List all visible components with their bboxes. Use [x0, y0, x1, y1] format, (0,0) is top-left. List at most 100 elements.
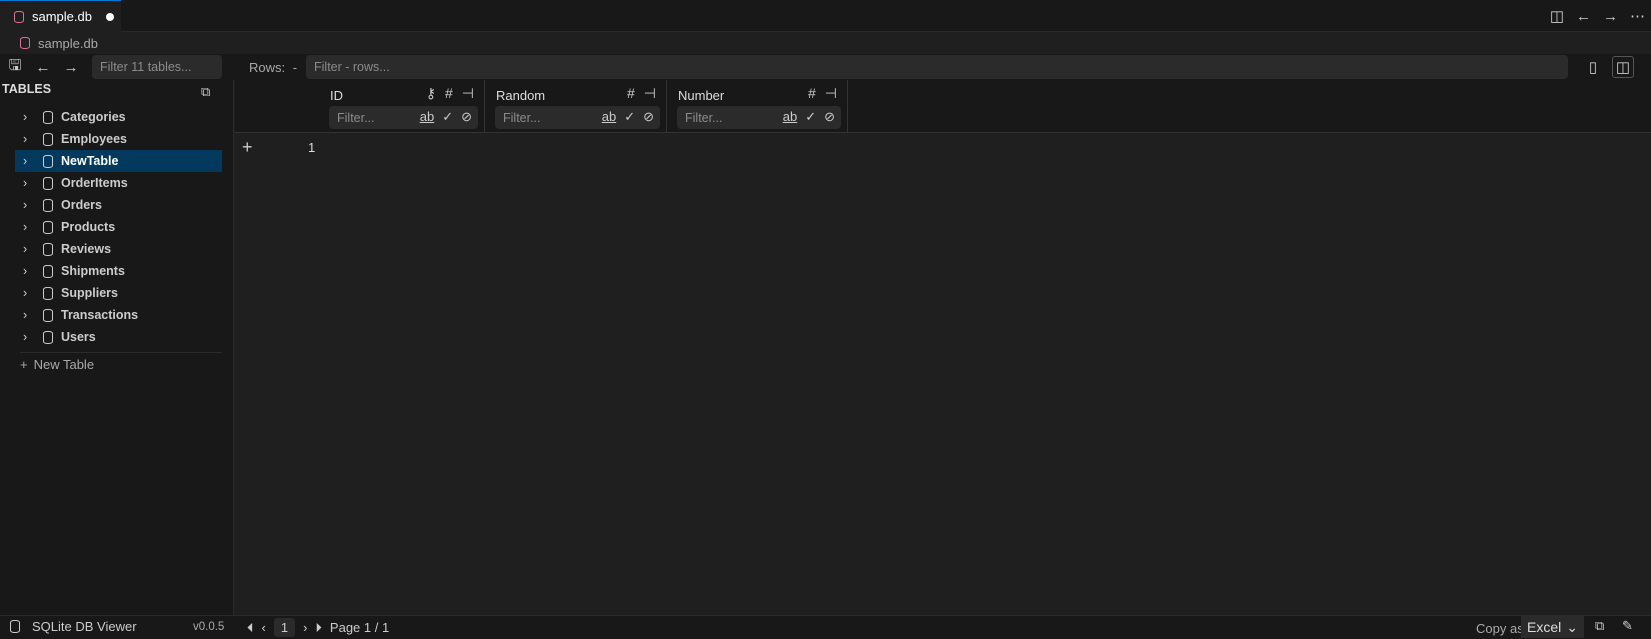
- table-name: OrderItems: [61, 176, 128, 190]
- chevron-right-icon[interactable]: ›: [23, 110, 35, 124]
- column-number[interactable]: Number # ⊣ Filter... ab ✓ ⊘: [669, 80, 848, 133]
- sidebar-item-orderitems[interactable]: › OrderItems: [15, 172, 222, 194]
- page-input[interactable]: 1: [273, 618, 296, 637]
- filter-rows-input[interactable]: Filter - rows...: [306, 55, 1568, 79]
- app-name: SQLite DB Viewer: [32, 619, 137, 634]
- table-name: Suppliers: [61, 286, 118, 300]
- column-id[interactable]: ID ⚷ # ⊣ Filter... ab ✓ ⊘: [321, 80, 485, 133]
- sidebar-item-newtable[interactable]: › NewTable: [15, 150, 222, 172]
- rows-label: Rows: -: [249, 60, 298, 75]
- check-icon[interactable]: ✓: [442, 109, 453, 125]
- table-icon: [43, 242, 53, 256]
- table-icon: [43, 198, 53, 212]
- table-name: Products: [61, 220, 116, 234]
- sidebar-item-reviews[interactable]: › Reviews: [15, 238, 222, 260]
- database-icon: [20, 37, 30, 49]
- new-table-label: New Table: [33, 357, 95, 372]
- hash-icon: #: [627, 85, 635, 101]
- check-icon[interactable]: ✓: [805, 109, 816, 125]
- pin-icon[interactable]: ⊣: [825, 85, 837, 102]
- table-icon: [43, 286, 53, 300]
- pin-icon[interactable]: ⊣: [462, 85, 474, 102]
- page-text: Page 1 / 1: [329, 620, 390, 635]
- sidebar-item-employees[interactable]: › Employees: [15, 128, 222, 150]
- new-table-button[interactable]: + New Table: [20, 352, 222, 372]
- null-icon[interactable]: ⊘: [824, 109, 835, 125]
- add-row-icon[interactable]: +: [242, 137, 253, 158]
- chevron-right-icon[interactable]: ›: [23, 286, 35, 300]
- sidebar-item-products[interactable]: › Products: [15, 216, 222, 238]
- chevron-right-icon[interactable]: ›: [23, 132, 35, 146]
- more-icon[interactable]: ⋯: [1630, 7, 1645, 25]
- filter-placeholder: Filter...: [685, 110, 723, 125]
- copy-as-label: Copy as: [1476, 621, 1524, 636]
- table-name: Categories: [61, 110, 126, 124]
- chevron-right-icon[interactable]: ›: [23, 198, 35, 212]
- tab-title: sample.db: [32, 9, 92, 24]
- column-name[interactable]: Number: [678, 88, 724, 103]
- back-icon[interactable]: ←: [1576, 8, 1591, 25]
- filter-placeholder: Filter...: [503, 110, 541, 125]
- unsaved-dot-icon[interactable]: [105, 12, 114, 21]
- table-icon: [43, 154, 53, 168]
- split-editor-icon[interactable]: ◫: [1550, 7, 1564, 25]
- toggle-panel-icon[interactable]: ◫: [1612, 56, 1634, 78]
- chevron-right-icon[interactable]: ›: [23, 242, 35, 256]
- column-name[interactable]: Random: [496, 88, 545, 103]
- chevron-right-icon[interactable]: ›: [23, 308, 35, 322]
- chevron-right-icon[interactable]: ›: [23, 176, 35, 190]
- table-name: NewTable: [61, 154, 119, 168]
- copy-format-select[interactable]: Excel ⌄: [1521, 616, 1584, 638]
- sidebar-item-suppliers[interactable]: › Suppliers: [15, 282, 222, 304]
- first-page-icon[interactable]: ⏴: [247, 620, 254, 636]
- sidebar-item-categories[interactable]: › Categories: [15, 106, 222, 128]
- breadcrumb[interactable]: sample.db: [20, 32, 98, 54]
- column-filter-input[interactable]: Filter... ab ✓ ⊘: [677, 106, 841, 129]
- last-page-icon[interactable]: ⏵: [315, 620, 322, 636]
- toggle-sidebar-icon[interactable]: ▯: [1582, 56, 1604, 78]
- prev-page-icon[interactable]: ‹: [262, 620, 266, 635]
- column-filter-input[interactable]: Filter... ab ✓ ⊘: [495, 106, 660, 129]
- tab-bar: [0, 0, 1651, 32]
- chevron-right-icon[interactable]: ›: [23, 264, 35, 278]
- collapse-all-icon[interactable]: ⧉: [201, 84, 210, 100]
- app-info: SQLite DB Viewer: [10, 619, 137, 634]
- table-icon: [43, 264, 53, 278]
- format-value: Excel: [1527, 619, 1562, 635]
- sidebar-item-orders[interactable]: › Orders: [15, 194, 222, 216]
- check-icon[interactable]: ✓: [624, 109, 635, 125]
- pin-icon[interactable]: ⊣: [644, 85, 656, 102]
- hash-icon: #: [445, 85, 453, 101]
- table-icon: [43, 110, 53, 124]
- table-name: Employees: [61, 132, 128, 146]
- chevron-right-icon[interactable]: ›: [23, 220, 35, 234]
- table-icon: [43, 176, 53, 190]
- column-random[interactable]: Random # ⊣ Filter... ab ✓ ⊘: [487, 80, 667, 133]
- tab-sample-db[interactable]: sample.db: [0, 0, 121, 32]
- chevron-right-icon[interactable]: ›: [23, 154, 35, 168]
- sidebar-item-transactions[interactable]: › Transactions: [15, 304, 222, 326]
- chevron-down-icon: ⌄: [1566, 618, 1578, 635]
- back-button[interactable]: ←: [32, 56, 54, 78]
- forward-button[interactable]: →: [60, 56, 82, 78]
- next-page-icon[interactable]: ›: [303, 620, 307, 635]
- table-name: Shipments: [61, 264, 125, 278]
- editor-actions: ◫ ← → ⋯: [1550, 0, 1645, 32]
- save-icon[interactable]: 🖫: [4, 56, 26, 78]
- copy-icon[interactable]: ⧉: [1595, 618, 1604, 634]
- filter-tables-input[interactable]: Filter 11 tables...: [92, 55, 222, 79]
- match-case-icon[interactable]: ab: [602, 109, 616, 125]
- column-name[interactable]: ID: [330, 88, 343, 103]
- edit-save-icon[interactable]: ✎: [1622, 618, 1633, 634]
- match-case-icon[interactable]: ab: [783, 109, 797, 125]
- chevron-right-icon[interactable]: ›: [23, 330, 35, 344]
- database-icon: [14, 10, 24, 23]
- key-icon: ⚷: [425, 85, 436, 101]
- forward-icon[interactable]: →: [1603, 8, 1618, 25]
- column-filter-input[interactable]: Filter... ab ✓ ⊘: [329, 106, 478, 129]
- sidebar-item-shipments[interactable]: › Shipments: [15, 260, 222, 282]
- sidebar-item-users[interactable]: › Users: [15, 326, 222, 348]
- match-case-icon[interactable]: ab: [420, 109, 434, 125]
- null-icon[interactable]: ⊘: [643, 109, 654, 125]
- null-icon[interactable]: ⊘: [461, 109, 472, 125]
